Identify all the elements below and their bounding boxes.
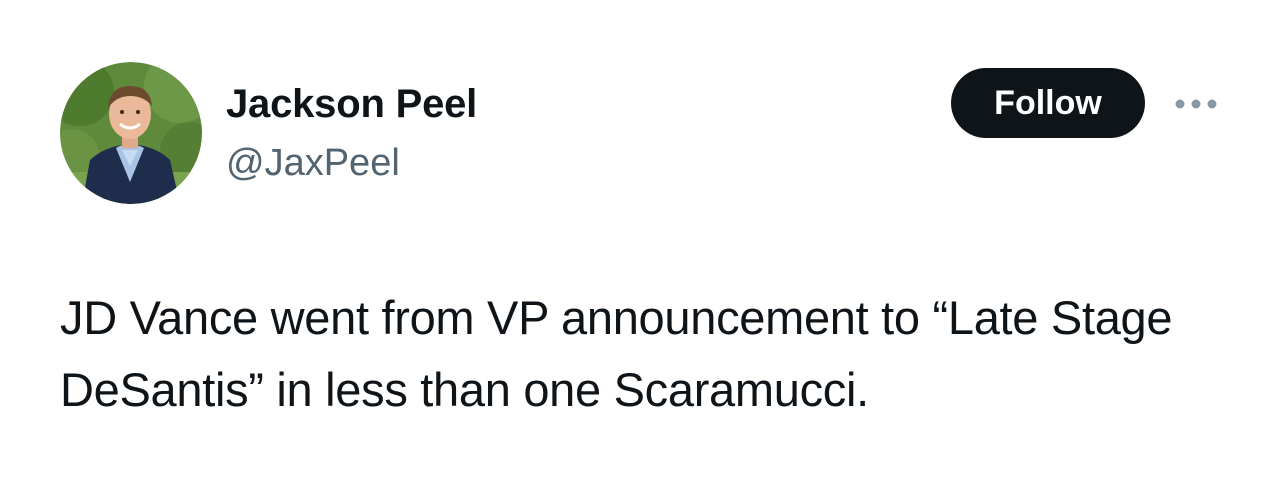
author-handle[interactable]: @JaxPeel (226, 138, 477, 188)
tweet-card: Jackson Peel @JaxPeel Follow JD Vance we… (0, 0, 1284, 496)
follow-button[interactable]: Follow (951, 68, 1145, 138)
avatar[interactable] (60, 62, 202, 204)
author-info: Jackson Peel @JaxPeel (226, 78, 477, 188)
more-horizontal-icon (1175, 99, 1217, 109)
avatar-photo (60, 62, 202, 204)
tweet-text: JD Vance went from VP announcement to “L… (60, 291, 1173, 416)
author-display-name[interactable]: Jackson Peel (226, 78, 477, 130)
more-options-button[interactable] (1168, 84, 1224, 124)
